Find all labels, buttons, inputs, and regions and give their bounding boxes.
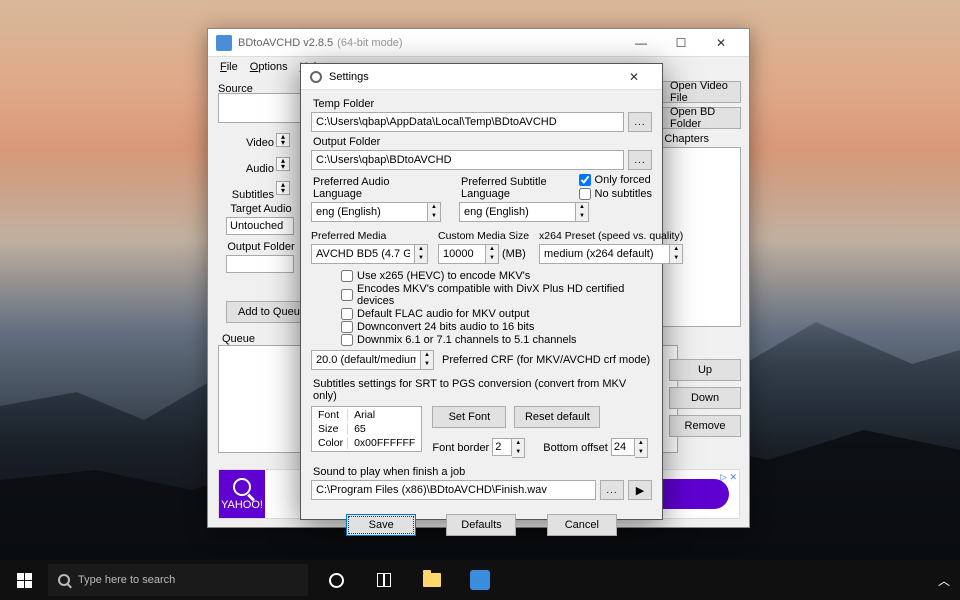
- downmix-checkbox[interactable]: Downmix 6.1 or 7.1 channels to 5.1 chann…: [341, 334, 652, 346]
- font-value: Arial: [350, 409, 419, 421]
- chapters-label: Chapters: [664, 133, 709, 145]
- start-button[interactable]: [0, 560, 48, 600]
- search-icon: [58, 574, 70, 586]
- open-video-button[interactable]: Open Video File: [661, 81, 741, 103]
- finish-sound-input[interactable]: [311, 480, 596, 500]
- app-icon: [216, 35, 232, 51]
- main-titlebar[interactable]: BDtoAVCHD v2.8.5 (64-bit mode) — ☐ ✕: [208, 29, 749, 57]
- pref-media-label: Preferred Media: [311, 230, 428, 242]
- queue-label: Queue: [222, 333, 255, 345]
- spinner-icon[interactable]: ▲▼: [576, 202, 589, 222]
- video-spinner[interactable]: ▴▾: [276, 133, 290, 148]
- cortana-button[interactable]: [312, 560, 360, 600]
- custom-size-unit: (MB): [502, 248, 526, 260]
- pref-audio-lang-combo[interactable]: [311, 202, 428, 222]
- close-button[interactable]: ✕: [701, 30, 741, 56]
- main-title: BDtoAVCHD v2.8.5: [238, 37, 333, 49]
- font-border-label: Font border: [432, 442, 489, 454]
- audio-label: Audio: [216, 161, 274, 177]
- taskbar: Type here to search ︿: [0, 560, 960, 600]
- cancel-button[interactable]: Cancel: [547, 514, 617, 536]
- main-mode: (64-bit mode): [337, 37, 402, 49]
- pref-audio-lang-label: Preferred Audio Language: [313, 176, 441, 200]
- color-value: 0x00FFFFFF: [350, 437, 419, 449]
- reset-default-button[interactable]: Reset default: [514, 406, 600, 428]
- output-folder-field[interactable]: [226, 255, 294, 273]
- output-folder-label: Output Folder: [226, 241, 296, 253]
- windows-icon: [17, 573, 32, 588]
- task-view-button[interactable]: [360, 560, 408, 600]
- size-value: 65: [350, 423, 419, 435]
- gear-icon: [309, 70, 323, 84]
- no-subtitles-checkbox[interactable]: No subtitles: [579, 188, 652, 200]
- search-placeholder: Type here to search: [78, 574, 175, 586]
- bottom-offset-label: Bottom offset: [543, 442, 608, 454]
- task-view-icon: [377, 573, 391, 587]
- yahoo-logo: YAHOO!: [219, 470, 265, 518]
- custom-size-label: Custom Media Size: [438, 230, 529, 242]
- crf-combo[interactable]: [311, 350, 421, 370]
- pref-sub-lang-label: Preferred Subtitle Language: [461, 176, 589, 200]
- down-button[interactable]: Down: [669, 387, 741, 409]
- settings-titlebar[interactable]: Settings ✕: [301, 64, 662, 90]
- downconvert-checkbox[interactable]: Downconvert 24 bits audio to 16 bits: [341, 321, 652, 333]
- app-taskbar-button[interactable]: [456, 560, 504, 600]
- defaults-button[interactable]: Defaults: [446, 514, 516, 536]
- pref-sub-lang-combo[interactable]: [459, 202, 576, 222]
- srt-settings-label: Subtitles settings for SRT to PGS conver…: [313, 378, 652, 402]
- temp-folder-input[interactable]: [311, 112, 624, 132]
- crf-label: Preferred CRF (for MKV/AVCHD crf mode): [442, 354, 650, 366]
- finish-sound-label: Sound to play when finish a job: [313, 466, 652, 478]
- output-folder-label-dlg: Output Folder: [313, 136, 652, 148]
- x265-checkbox[interactable]: Use x265 (HEVC) to encode MKV's: [341, 270, 652, 282]
- tray-chevron[interactable]: ︿: [938, 572, 960, 589]
- subtitles-spinner[interactable]: ▴▾: [276, 181, 290, 196]
- play-sound-button[interactable]: ▶: [628, 480, 652, 500]
- cortana-icon: [329, 573, 344, 588]
- spinner-icon[interactable]: ▲▼: [428, 202, 441, 222]
- flac-checkbox[interactable]: Default FLAC audio for MKV output: [341, 308, 652, 320]
- menu-options[interactable]: Options: [244, 59, 294, 75]
- only-forced-checkbox[interactable]: Only forced: [579, 174, 652, 186]
- folder-icon: [423, 573, 441, 587]
- srt-font-table: FontArial Size65 Color0x00FFFFFF: [311, 406, 422, 452]
- settings-close-button[interactable]: ✕: [614, 64, 654, 90]
- up-button[interactable]: Up: [669, 359, 741, 381]
- app-icon: [470, 570, 490, 590]
- target-audio-combo[interactable]: [226, 217, 294, 235]
- settings-title: Settings: [329, 71, 369, 83]
- ad-close-icon[interactable]: ▷ ✕: [720, 472, 737, 483]
- minimize-button[interactable]: —: [621, 30, 661, 56]
- video-label: Video: [216, 135, 274, 151]
- settings-dialog: Settings ✕ Temp Folder ... Output Folder…: [300, 63, 663, 520]
- explorer-taskbar-button[interactable]: [408, 560, 456, 600]
- search-icon: [233, 478, 251, 496]
- sound-browse-button[interactable]: ...: [600, 480, 624, 500]
- temp-browse-button[interactable]: ...: [628, 112, 652, 132]
- bottom-offset-input[interactable]: [611, 438, 635, 456]
- font-border-input[interactable]: [492, 438, 512, 456]
- divx-checkbox[interactable]: Encodes MKV's compatible with DivX Plus …: [341, 283, 652, 307]
- remove-button[interactable]: Remove: [669, 415, 741, 437]
- output-folder-input[interactable]: [311, 150, 624, 170]
- save-button[interactable]: Save: [346, 514, 416, 536]
- audio-spinner[interactable]: ▴▾: [276, 157, 290, 172]
- temp-folder-label: Temp Folder: [313, 98, 652, 110]
- x264-preset-combo[interactable]: [539, 244, 670, 264]
- taskbar-search[interactable]: Type here to search: [48, 564, 308, 596]
- x264-preset-label: x264 Preset (speed vs. quality): [539, 230, 683, 242]
- maximize-button[interactable]: ☐: [661, 30, 701, 56]
- custom-size-input[interactable]: [438, 244, 486, 264]
- pref-media-combo[interactable]: [311, 244, 415, 264]
- open-bd-button[interactable]: Open BD Folder: [661, 107, 741, 129]
- set-font-button[interactable]: Set Font: [432, 406, 506, 428]
- target-audio-label: Target Audio: [226, 203, 296, 215]
- output-browse-button[interactable]: ...: [628, 150, 652, 170]
- subtitles-label: Subtitles: [216, 187, 274, 203]
- menu-file[interactable]: File: [214, 59, 244, 75]
